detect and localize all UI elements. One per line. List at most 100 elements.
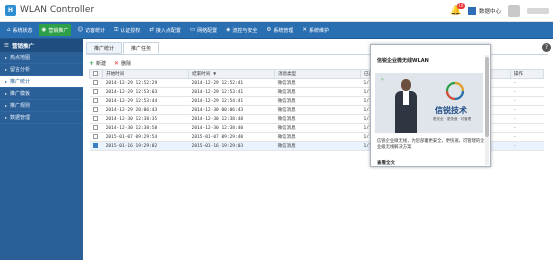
main-nav: ⌂ 系统状态 ◉ 营销推广 ☺ 访客统计 ⚿ 认证授权 ⇄ 接入点配置 ▭ 网络配置 ◈ 流控…	[0, 22, 553, 39]
op-cell: -	[510, 87, 544, 97]
checkbox[interactable]	[92, 80, 98, 85]
checkbox[interactable]	[92, 125, 98, 130]
notification-bell-icon[interactable]: 🔔 10	[450, 2, 465, 17]
marketing-icon: ◉	[41, 27, 47, 33]
ap-icon: ⇄	[149, 27, 154, 33]
delete-label: 删除	[121, 60, 132, 67]
sidebar-item-label: 推广规则	[10, 103, 31, 109]
column-header-end[interactable]: 结束时间 ▼	[188, 69, 276, 79]
op-cell: -	[510, 141, 544, 151]
scroll-thumb[interactable]	[485, 57, 489, 137]
checkbox[interactable]	[92, 134, 98, 139]
end-cell: 2014-12-30 12:38:40	[188, 123, 275, 133]
bullet-icon: ▸	[5, 91, 8, 96]
column-header-type[interactable]: 消息类型	[274, 69, 362, 79]
promo-image: ◎ 信锐技术 更安全 · 更快速 · 可管理	[375, 73, 483, 133]
nav-item-maintenance[interactable]: ✕ 系统维护	[299, 24, 332, 36]
nav-item-system-admin[interactable]: ⚙ 系统管理	[263, 24, 296, 36]
sidebar: ☰ 营销推广 ▸ 热点地图 ▸ 留言分析 ▸ 推广统计 ▸ 推广模板 ▸ 推广规则 ▸ 数据管…	[0, 39, 83, 260]
sidebar-item-promotion-templates[interactable]: ▸ 推广模板	[0, 88, 83, 100]
sidebar-item-promotion-stats[interactable]: ▸ 推广统计	[0, 76, 83, 88]
row-checkbox-cell[interactable]	[89, 123, 103, 133]
end-cell: 2014-12-29 12:54:41	[188, 96, 275, 106]
type-cell: 微信消息	[274, 87, 361, 97]
nav-label: 认证授权	[120, 27, 141, 34]
row-checkbox-cell[interactable]	[89, 132, 103, 142]
menu-icon: ☰	[4, 42, 9, 49]
checkbox[interactable]	[93, 71, 98, 76]
visitor-icon: ☺	[77, 27, 84, 33]
help-icon[interactable]: ?	[542, 43, 551, 52]
nav-item-system-status[interactable]: ⌂ 系统状态	[4, 24, 36, 36]
column-header-start[interactable]: 开始时间	[102, 69, 190, 79]
nav-item-ap[interactable]: ⇄ 接入点配置	[146, 24, 184, 36]
nav-item-marketing[interactable]: ◉ 营销推广	[38, 24, 72, 36]
end-cell: 2014-12-30 00:06:43	[188, 105, 275, 115]
select-all-checkbox[interactable]	[88, 69, 104, 79]
nav-item-auth[interactable]: ⚿ 认证授权	[111, 24, 143, 36]
nav-label: 访客统计	[85, 27, 106, 34]
app-title: WLAN Controller	[20, 5, 95, 15]
start-cell: 2014-12-30 12:38:35	[102, 114, 189, 124]
checkbox[interactable]	[92, 89, 98, 94]
sidebar-item-promotion-rules[interactable]: ▸ 推广规则	[0, 100, 83, 112]
settings-icon: ⚙	[266, 27, 272, 33]
type-cell: 微信消息	[274, 78, 361, 88]
sort-down-icon[interactable]: ▼	[213, 71, 216, 76]
row-checkbox-cell[interactable]	[89, 78, 103, 88]
start-cell: 2014-12-29 12:52:29	[102, 78, 189, 88]
op-cell: -	[510, 78, 544, 88]
checkbox[interactable]	[92, 98, 98, 103]
sidebar-item-label: 推广统计	[10, 79, 31, 85]
data-center-link[interactable]: 数据中心	[467, 7, 501, 15]
row-checkbox-cell[interactable]	[89, 141, 103, 151]
op-cell: -	[510, 132, 544, 142]
checkbox[interactable]	[92, 107, 98, 112]
sidebar-item-hotspot-map[interactable]: ▸ 热点地图	[0, 52, 83, 64]
add-label: 新建	[96, 60, 107, 67]
nav-label: 接入点配置	[155, 27, 181, 34]
bullet-icon: ▸	[5, 103, 8, 108]
tab-promotion-stats[interactable]: 推广统计	[86, 42, 123, 54]
column-header-label: 操作	[513, 72, 523, 77]
type-cell: 微信消息	[274, 105, 361, 115]
sidebar-item-label: 热点地图	[10, 55, 31, 61]
toolbar: + 新建 ✕ 删除	[89, 58, 131, 68]
end-cell: 2015-01-16 19:29:03	[188, 141, 275, 151]
nav-item-network[interactable]: ▭ 网络配置	[187, 24, 220, 36]
brand-logo-icon	[445, 81, 465, 101]
avatar[interactable]	[508, 5, 520, 17]
sidebar-header: ☰ 营销推广	[0, 39, 83, 52]
popup-scrollbar[interactable]	[485, 55, 489, 165]
start-cell: 2014-12-29 12:53:03	[102, 87, 189, 97]
read-more-link[interactable]: 查看全文	[377, 160, 395, 166]
message-preview-popup[interactable]: 信锐企业微无线WLAN ◎ 信锐技术 更安全 · 更快速 · 可管理 信锐企业微…	[370, 44, 491, 167]
bullet-icon: ▸	[5, 79, 8, 84]
op-cell: -	[510, 114, 544, 124]
network-icon: ▭	[189, 27, 196, 33]
nav-item-security[interactable]: ◈ 流控与安全	[223, 24, 260, 36]
start-cell: 2014-12-29 12:53:44	[102, 96, 189, 106]
row-checkbox-cell[interactable]	[89, 87, 103, 97]
bullet-icon: ▸	[5, 115, 8, 120]
nav-item-visitor[interactable]: ☺ 访客统计	[74, 24, 108, 36]
delete-button[interactable]: ✕ 删除	[114, 60, 131, 67]
sidebar-item-message-analysis[interactable]: ▸ 留言分析	[0, 64, 83, 76]
row-checkbox-cell[interactable]	[89, 96, 103, 106]
add-button[interactable]: + 新建	[89, 60, 106, 67]
row-checkbox-cell[interactable]	[89, 105, 103, 115]
home-icon: ⌂	[7, 27, 11, 33]
brand-tags: 更安全 · 更快速 · 可管理	[433, 117, 472, 121]
sidebar-item-label: 数据管理	[10, 115, 31, 121]
bullet-icon: ▸	[5, 67, 8, 72]
checkbox-checked[interactable]	[92, 143, 98, 148]
end-cell: 2014-12-29 12:52:41	[188, 78, 275, 88]
sidebar-item-data-management[interactable]: ▸ 数据管理	[0, 112, 83, 124]
row-checkbox-cell[interactable]	[89, 114, 103, 124]
tab-strip: 推广统计 推广任务	[86, 42, 160, 54]
tab-promotion-tasks[interactable]: 推广任务	[123, 42, 160, 54]
type-cell: 微信消息	[274, 123, 361, 133]
checkbox[interactable]	[92, 116, 98, 121]
op-cell: -	[510, 123, 544, 133]
type-cell: 微信消息	[274, 114, 361, 124]
